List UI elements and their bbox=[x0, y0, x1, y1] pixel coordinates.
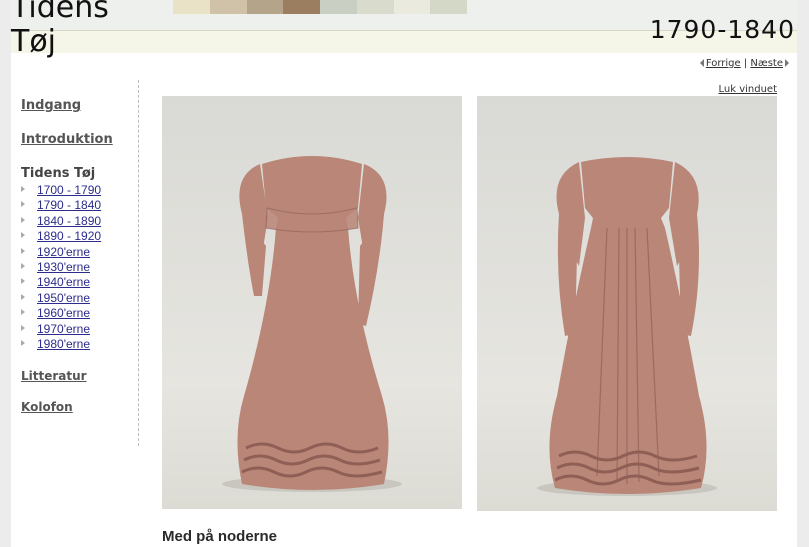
bullet-icon bbox=[21, 278, 25, 285]
chevron-right-icon bbox=[785, 59, 789, 67]
dress-front-photo bbox=[162, 96, 462, 509]
sidebar-section-heading: Tidens Tøj bbox=[21, 166, 96, 181]
pager-separator: | bbox=[743, 58, 748, 69]
previous-link[interactable]: Forrige bbox=[706, 58, 741, 69]
sidebar-item-era[interactable]: 1930'erne bbox=[21, 260, 101, 275]
sidebar-item-era[interactable]: 1970'erne bbox=[21, 322, 101, 337]
era-link[interactable]: 1890 - 1920 bbox=[37, 229, 101, 243]
site-title: Tidens Tøj bbox=[11, 0, 109, 59]
era-link[interactable]: 1970'erne bbox=[37, 322, 90, 336]
bullet-icon bbox=[21, 216, 25, 223]
chevron-left-icon bbox=[699, 59, 704, 67]
sidebar-item-era[interactable]: 1940'erne bbox=[21, 275, 101, 290]
sidebar-item-era[interactable]: 1960'erne bbox=[21, 306, 101, 321]
bullet-icon bbox=[21, 309, 25, 316]
sidebar-link-introduction[interactable]: Introduktion bbox=[21, 132, 113, 147]
era-link[interactable]: 1950'erne bbox=[37, 291, 90, 305]
sidebar-item-era[interactable]: 1840 - 1890 bbox=[21, 214, 101, 229]
bullet-icon bbox=[21, 262, 25, 269]
next-link[interactable]: Næste bbox=[750, 58, 783, 69]
era-link[interactable]: 1920'erne bbox=[37, 245, 90, 259]
bullet-icon bbox=[21, 293, 25, 300]
period-title: 1790-1840 bbox=[649, 15, 795, 44]
page: Tidens Tøj 1790-1840 Forrige | Næste Luk… bbox=[11, 0, 797, 547]
era-list: 1700 - 1790 1790 - 1840 1840 - 1890 1890… bbox=[21, 183, 101, 352]
sidebar-link-colophon[interactable]: Kolofon bbox=[21, 400, 73, 414]
bullet-icon bbox=[21, 186, 25, 192]
era-link[interactable]: 1930'erne bbox=[37, 260, 90, 274]
sidebar-item-era[interactable]: 1890 - 1920 bbox=[21, 229, 101, 244]
bullet-icon bbox=[21, 324, 25, 331]
bullet-icon bbox=[21, 339, 25, 346]
bullet-icon bbox=[21, 201, 25, 208]
era-link[interactable]: 1790 - 1840 bbox=[37, 198, 101, 212]
era-link[interactable]: 1960'erne bbox=[37, 306, 90, 320]
sidebar-item-era[interactable]: 1790 - 1840 bbox=[21, 198, 101, 213]
era-link[interactable]: 1700 - 1790 bbox=[37, 183, 101, 197]
sidebar-item-era[interactable]: 1700 - 1790 bbox=[21, 183, 101, 198]
site-title-line2: Tøj bbox=[11, 24, 57, 59]
sidebar-link-entrance[interactable]: Indgang bbox=[21, 98, 81, 113]
era-link[interactable]: 1980'erne bbox=[37, 337, 90, 351]
content-heading: Med på noderne bbox=[162, 528, 278, 545]
era-link[interactable]: 1940'erne bbox=[37, 275, 90, 289]
bullet-icon bbox=[21, 232, 25, 239]
sidebar-item-era[interactable]: 1920'erne bbox=[21, 245, 101, 260]
era-link[interactable]: 1840 - 1890 bbox=[37, 214, 101, 228]
bullet-icon bbox=[21, 247, 25, 254]
dress-back-photo bbox=[477, 96, 777, 511]
sidebar-link-literature[interactable]: Litteratur bbox=[21, 369, 87, 383]
site-title-line1: Tidens bbox=[11, 0, 109, 25]
header-image-strip bbox=[173, 0, 467, 14]
pager: Forrige | Næste bbox=[699, 58, 789, 69]
sidebar-item-era[interactable]: 1950'erne bbox=[21, 291, 101, 306]
sidebar-item-era[interactable]: 1980'erne bbox=[21, 337, 101, 352]
close-window-link[interactable]: Luk vinduet bbox=[719, 84, 778, 95]
